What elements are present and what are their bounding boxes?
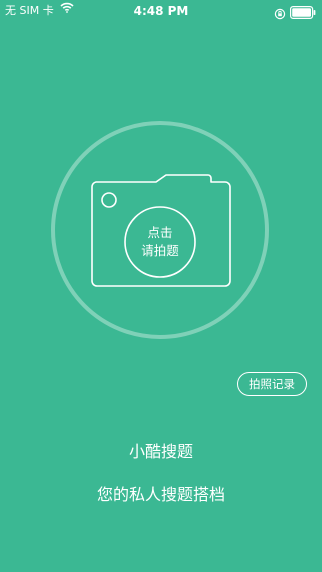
orientation-lock-icon xyxy=(274,5,286,24)
take-photo-label: 点击 请拍题 xyxy=(120,202,200,282)
battery-icon xyxy=(290,4,316,23)
take-photo-line1: 点击 xyxy=(147,225,173,240)
status-bar: 无 SIM 卡 4:48 PM xyxy=(0,0,322,22)
battery-fill xyxy=(292,8,311,17)
take-photo-line2: 请拍题 xyxy=(141,243,179,258)
app-name: 小酷搜题 xyxy=(128,442,193,461)
app-slogan: 您的私人搜题搭档 xyxy=(96,485,225,504)
photo-history-button[interactable]: 拍照记录 xyxy=(237,372,307,396)
